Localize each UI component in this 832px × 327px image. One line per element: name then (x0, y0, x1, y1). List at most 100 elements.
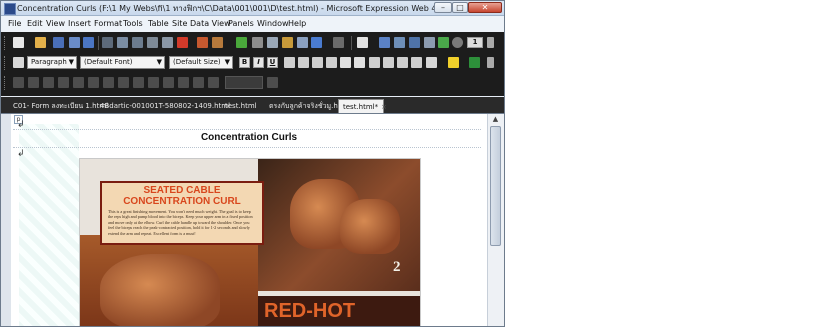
scissors-icon[interactable] (252, 37, 263, 48)
style-icon[interactable] (13, 57, 24, 68)
menu-edit[interactable]: Edit (27, 19, 43, 28)
document-tabs: C01- Form ลงทะเบียน 1.html 4Bdartic-0010… (1, 97, 504, 113)
view-number-dropdown[interactable]: 1 (467, 37, 483, 48)
paste-icon[interactable] (212, 37, 223, 48)
size-dropdown[interactable]: (Default Size) ▼ (169, 56, 233, 69)
underline-button[interactable]: U (267, 57, 278, 68)
align-bottom-icon[interactable] (148, 77, 159, 88)
page-properties-icon[interactable] (424, 37, 435, 48)
cut-icon[interactable] (147, 37, 158, 48)
insert-rows-icon[interactable] (43, 77, 54, 88)
tab-test-html-active[interactable]: test.html* × (338, 99, 387, 113)
tab-test-html[interactable]: test.html (221, 99, 261, 113)
bold-button[interactable]: B (239, 57, 250, 68)
vertical-scrollbar[interactable]: ▲ (487, 114, 504, 326)
browser-preview-icon[interactable] (177, 37, 188, 48)
insert-picture-icon[interactable] (379, 37, 390, 48)
font-color-icon[interactable] (469, 57, 480, 68)
align-middle-icon[interactable] (133, 77, 144, 88)
clipboard-icon[interactable] (297, 37, 308, 48)
eraser-icon[interactable] (28, 77, 39, 88)
borders-icon[interactable] (426, 57, 437, 68)
save-icon[interactable] (53, 37, 64, 48)
style-dropdown[interactable]: Paragraph ▼ (27, 56, 77, 69)
undo-icon[interactable] (311, 37, 322, 48)
menu-file[interactable]: File (8, 19, 21, 28)
toolbar-options-icon[interactable] (487, 37, 494, 48)
align-left-icon[interactable] (284, 57, 295, 68)
align-top-icon[interactable] (118, 77, 129, 88)
merge-cells-icon[interactable] (88, 77, 99, 88)
menu-help[interactable]: Help (288, 19, 306, 28)
bulleted-list-icon[interactable] (383, 57, 394, 68)
insert-table-icon[interactable] (357, 37, 368, 48)
maximize-button[interactable]: □ (452, 2, 468, 13)
redo-icon[interactable] (333, 37, 344, 48)
menu-view[interactable]: View (46, 19, 65, 28)
numbered-list-icon[interactable] (369, 57, 380, 68)
menu-panels[interactable]: Panels (228, 19, 254, 28)
justify-icon[interactable] (326, 57, 337, 68)
autofit-icon[interactable] (193, 77, 204, 88)
find-icon[interactable] (83, 37, 94, 48)
toolbar-grip[interactable] (4, 76, 8, 90)
insert-columns-icon[interactable] (58, 77, 69, 88)
copy-icon[interactable] (162, 37, 173, 48)
open-folder-icon[interactable] (35, 37, 46, 48)
distribute-columns-icon[interactable] (178, 77, 189, 88)
font-dropdown[interactable]: (Default Font) ▼ (80, 56, 165, 69)
tables-toolbar (1, 73, 504, 93)
menu-data-view[interactable]: Data View (190, 19, 231, 28)
insert-hyperlink-icon[interactable] (394, 37, 405, 48)
insert-layer-icon[interactable] (409, 37, 420, 48)
increase-indent-icon[interactable] (411, 57, 422, 68)
cell-boundary (13, 129, 481, 130)
tab-4bdartic[interactable]: 4Bdartic-001001T-580802-1409.html (96, 99, 234, 113)
publish-icon[interactable] (69, 37, 80, 48)
fill-color-icon[interactable] (208, 77, 219, 88)
page-canvas[interactable]: p ↲ Concentration Curls ↲ SEATED CABLE C… (11, 114, 487, 326)
highlight-color-icon[interactable] (448, 57, 459, 68)
document-icon[interactable] (438, 37, 449, 48)
split-cells-icon[interactable] (103, 77, 114, 88)
check-icon[interactable] (236, 37, 247, 48)
menu-format[interactable]: Format (94, 19, 122, 28)
italic-button[interactable]: I (253, 57, 264, 68)
menu-table[interactable]: Table (148, 19, 169, 28)
toolbar-grip[interactable] (4, 36, 8, 50)
scrollbar-thumb[interactable] (490, 126, 501, 246)
close-tab-icon[interactable]: × (381, 103, 387, 111)
spellcheck-icon[interactable] (197, 37, 208, 48)
align-right-icon[interactable] (312, 57, 323, 68)
decrease-indent-icon[interactable] (397, 57, 408, 68)
increase-font-icon[interactable] (340, 57, 351, 68)
align-center-icon[interactable] (298, 57, 309, 68)
menu-site[interactable]: Site (172, 19, 187, 28)
record-icon[interactable] (452, 37, 463, 48)
close-button[interactable]: ✕ (468, 2, 502, 13)
spelling-icon[interactable] (132, 37, 143, 48)
toolbar-grip[interactable] (4, 56, 8, 70)
copy-format-icon[interactable] (267, 37, 278, 48)
app-window: Concentration Curls (F:\1 My Webs\fi\1 ท… (0, 0, 505, 327)
table-autoformat-dropdown[interactable] (225, 76, 263, 89)
scroll-up-icon[interactable]: ▲ (491, 114, 500, 124)
expression-web-app-icon (4, 3, 16, 15)
toolbar-options-icon[interactable] (487, 57, 494, 68)
decrease-font-icon[interactable] (354, 57, 365, 68)
distribute-rows-icon[interactable] (163, 77, 174, 88)
print-icon[interactable] (102, 37, 113, 48)
magazine-image[interactable]: SEATED CABLE CONCENTRATION CURL This is … (79, 158, 421, 326)
preview-icon[interactable] (117, 37, 128, 48)
new-page-icon[interactable] (13, 37, 24, 48)
draw-table-icon[interactable] (13, 77, 24, 88)
format-painter-icon[interactable] (282, 37, 293, 48)
toolbar-separator (351, 36, 352, 50)
menu-window[interactable]: Window (257, 19, 289, 28)
menu-insert[interactable]: Insert (68, 19, 91, 28)
delete-cells-icon[interactable] (73, 77, 84, 88)
card-description: This is a great finishing movement. You … (108, 209, 253, 236)
autoformat-icon[interactable] (267, 77, 278, 88)
minimize-button[interactable]: – (434, 2, 452, 13)
menu-tools[interactable]: Tools (123, 19, 143, 28)
